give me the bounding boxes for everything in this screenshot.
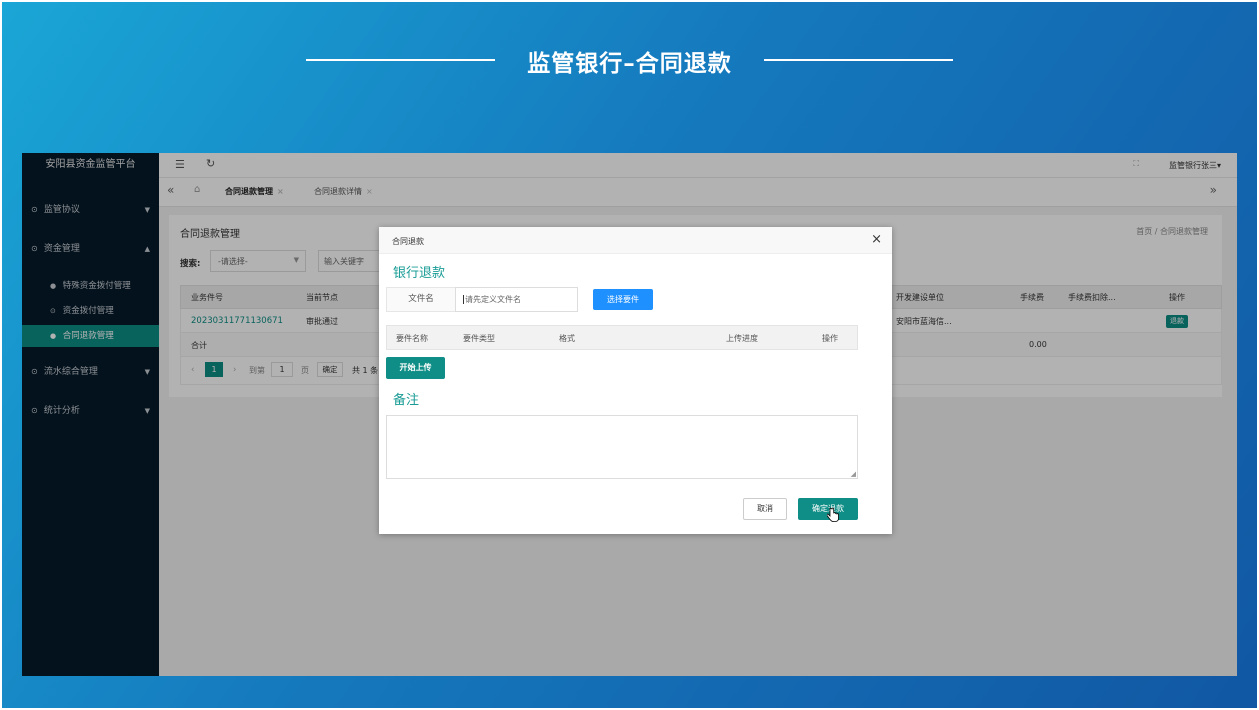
slide-header: 监管银行–合同退款 [2,42,1257,78]
slide-background: 监管银行–合同退款 安阳县资金监管平台 ⊙ 监管协议 ▼ ⊙ 资金管理 ▲ ● … [2,2,1257,708]
column-header: 要件类型 [463,334,495,343]
dialog-header: 合同退款 × [379,227,892,254]
section-title-bank-refund: 银行退款 [393,266,446,281]
column-header: 要件名称 [396,334,428,343]
column-header: 格式 [559,334,575,343]
dialog-title: 合同退款 [392,237,424,246]
select-file-button[interactable]: 选择要件 [593,289,653,310]
resize-handle-icon[interactable]: ◢ [851,470,856,478]
column-header: 操作 [822,334,838,343]
file-name-label: 文件名 [386,287,455,312]
remark-textarea[interactable]: ◢ [386,415,858,479]
attachment-table-header [386,325,858,350]
file-name-input[interactable]: 请先定义文件名 [455,287,578,312]
close-icon[interactable]: × [871,232,882,247]
hand-cursor-icon [827,507,839,522]
file-name-placeholder: 请先定义文件名 [463,295,521,304]
app-window: 安阳县资金监管平台 ⊙ 监管协议 ▼ ⊙ 资金管理 ▲ ● 特殊资金拨付管理 ⊙… [22,153,1237,676]
slide-title: 监管银行–合同退款 [527,50,732,77]
column-header: 上传进度 [726,334,758,343]
start-upload-button[interactable]: 开始上传 [386,357,445,379]
section-title-remark: 备注 [393,393,420,408]
refund-dialog: 合同退款 × 银行退款 文件名 请先定义文件名 选择要件 要件名称 要件类型 格… [379,227,892,534]
cancel-button[interactable]: 取消 [743,498,787,520]
